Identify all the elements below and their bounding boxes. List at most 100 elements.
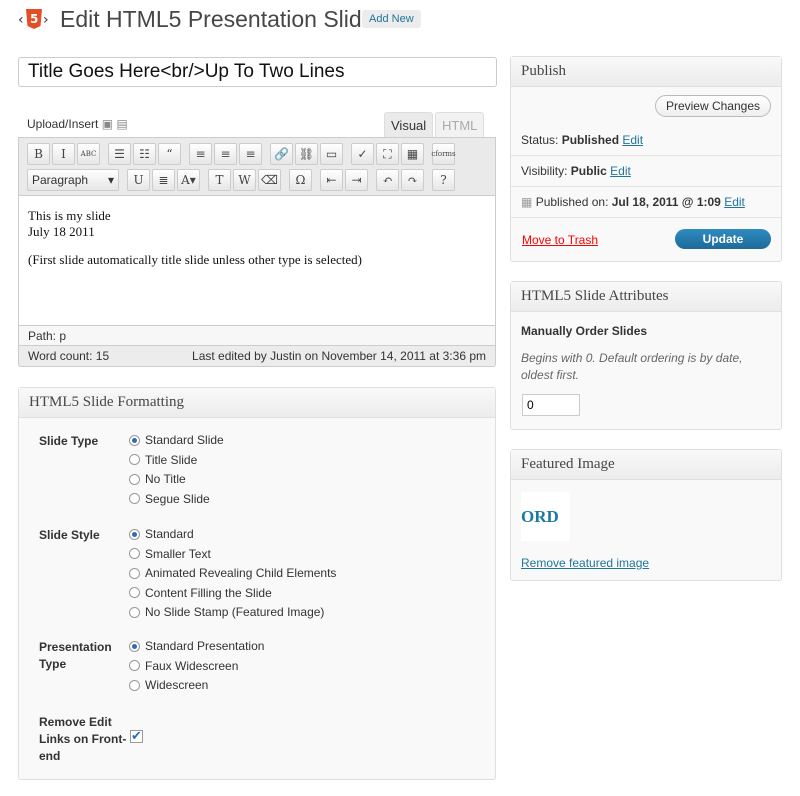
order-help: Begins with 0. Default ordering is by da… (521, 351, 743, 382)
align-right-button[interactable]: ≡ (239, 143, 262, 165)
undo-icon: ↶ (382, 173, 393, 187)
editor-toolbar: B I ABC ☰ ☷ “ ≡ ≡ ≡ 🔗 ⛓ ▭ ✓ ⛶ ▦ cforms Paragraph ▾ U ≣ A▾ T… (18, 137, 496, 195)
content-line: (First slide automatically title slide u… (28, 252, 362, 267)
move-to-trash-link[interactable]: Move to Trash (522, 233, 598, 247)
update-button[interactable]: Update (675, 229, 771, 249)
radio-option[interactable]: Standard (129, 527, 194, 541)
tab-html[interactable]: HTML (435, 112, 485, 137)
status-value: Published (561, 133, 620, 147)
radio-label: No Slide Stamp (Featured Image) (145, 605, 325, 619)
remove-featured-image-link[interactable]: Remove featured image (521, 556, 649, 570)
indent-button[interactable]: ⇥ (345, 169, 368, 191)
radio-button[interactable] (129, 640, 140, 652)
editor-status-bar: Word count: 15 Last edited by Justin on N… (18, 346, 496, 367)
format-select-value: Paragraph (32, 173, 89, 187)
radio-button[interactable] (129, 567, 140, 579)
undo-button[interactable]: ↶ (376, 169, 399, 191)
paste-text-button[interactable]: T (208, 169, 231, 191)
radio-option[interactable]: Standard Presentation (129, 639, 264, 653)
justify-button[interactable]: ≣ (152, 169, 175, 191)
format-select[interactable]: Paragraph ▾ (27, 169, 119, 191)
featured-image-thumbnail[interactable]: ORD (521, 492, 570, 541)
radio-option[interactable]: No Slide Stamp (Featured Image) (129, 605, 324, 619)
align-right-icon: ≡ (245, 147, 256, 161)
calendar-icon: ▦ (521, 195, 533, 209)
kitchen-sink-button[interactable]: ▦ (401, 143, 424, 165)
bullet-list-icon: ☰ (114, 147, 125, 161)
featured-image-box: Featured Image ORD Remove featured image (510, 449, 782, 581)
radio-option[interactable]: Smaller Text (129, 547, 211, 561)
radio-button[interactable] (129, 587, 140, 598)
underline-icon: U (133, 173, 144, 187)
bold-button[interactable]: B (27, 143, 50, 165)
radio-button[interactable] (129, 548, 140, 559)
radio-option[interactable]: Faux Widescreen (129, 659, 238, 673)
page-title: Edit HTML5 Presentation Slide (60, 6, 375, 32)
add-media-icon[interactable]: ▣ (102, 117, 113, 131)
outdent-button[interactable]: ⇤ (320, 169, 343, 191)
radio-option[interactable]: Standard Slide (129, 433, 224, 447)
strikethrough-button[interactable]: ABC (77, 143, 100, 165)
logo-text: 5 (30, 12, 38, 26)
align-center-button[interactable]: ≡ (214, 143, 237, 165)
special-char-icon: Ω (295, 173, 306, 187)
blockquote-button[interactable]: “ (158, 143, 181, 165)
preview-changes-button[interactable]: Preview Changes (654, 95, 771, 117)
spellcheck-button[interactable]: ✓ (351, 143, 374, 165)
add-new-button[interactable]: Add New (362, 10, 421, 28)
radio-button[interactable] (129, 473, 140, 485)
eraser-button[interactable]: ⌫ (258, 169, 281, 191)
text-color-button[interactable]: A▾ (177, 169, 200, 191)
radio-option[interactable]: Content Filling the Slide (129, 586, 272, 600)
help-icon: ? (440, 173, 447, 187)
underline-button[interactable]: U (127, 169, 150, 191)
group-label: Presentation Type (39, 640, 112, 671)
radio-button[interactable] (129, 454, 140, 465)
published-row: ▦ Published on: Jul 18, 2011 @ 1:09 Edit (521, 195, 745, 209)
edit-visibility-link[interactable]: Edit (610, 164, 631, 178)
radio-button[interactable] (129, 493, 140, 504)
link-button[interactable]: 🔗 (270, 143, 293, 165)
post-title-input[interactable] (18, 57, 497, 87)
upload-insert-label: Upload/Insert (27, 117, 99, 131)
radio-button[interactable] (129, 528, 140, 540)
special-char-button[interactable]: Ω (289, 169, 312, 191)
align-left-button[interactable]: ≡ (189, 143, 212, 165)
paste-word-button[interactable]: W (233, 169, 256, 191)
radio-option[interactable]: Segue Slide (129, 492, 210, 506)
radio-option[interactable]: Widescreen (129, 678, 208, 692)
redo-button[interactable]: ↷ (401, 169, 424, 191)
kitchen-sink-icon: ▦ (406, 147, 419, 161)
radio-option[interactable]: Animated Revealing Child Elements (129, 566, 336, 580)
order-input[interactable] (522, 394, 580, 416)
upload-insert[interactable]: Upload/Insert ▣ ▤ (27, 117, 128, 131)
box-title: Publish (511, 57, 781, 87)
unlink-icon: ⛓ (298, 147, 315, 161)
radio-button[interactable] (129, 660, 140, 671)
radio-option[interactable]: No Title (129, 472, 186, 486)
edit-date-link[interactable]: Edit (724, 195, 745, 209)
cforms-button[interactable]: cforms (431, 143, 456, 165)
add-form-icon[interactable]: ▤ (116, 117, 127, 131)
blockquote-icon: “ (166, 147, 173, 161)
fullscreen-button[interactable]: ⛶ (376, 143, 399, 165)
bullet-list-button[interactable]: ☰ (108, 143, 131, 165)
slide-attributes-box: HTML5 Slide Attributes Manually Order Sl… (510, 281, 782, 430)
more-tag-icon: ▭ (325, 147, 338, 161)
edit-status-link[interactable]: Edit (622, 133, 643, 147)
help-button[interactable]: ? (432, 169, 455, 191)
box-title: HTML5 Slide Formatting (19, 388, 495, 418)
status-row: Status: Published Edit (521, 133, 644, 147)
more-tag-button[interactable]: ▭ (320, 143, 343, 165)
unlink-button[interactable]: ⛓ (295, 143, 318, 165)
italic-button[interactable]: I (52, 143, 75, 165)
radio-option[interactable]: Title Slide (129, 453, 197, 467)
tab-visual[interactable]: Visual (384, 112, 434, 137)
content-line: This is my slide (28, 208, 111, 223)
radio-button[interactable] (129, 679, 140, 691)
radio-button[interactable] (129, 606, 140, 618)
radio-button[interactable] (129, 434, 140, 446)
editor-content[interactable]: This is my slide July 18 2011 (First sli… (18, 195, 496, 326)
numbered-list-button[interactable]: ☷ (133, 143, 156, 165)
remove-edit-checkbox[interactable]: ✔ (130, 729, 143, 743)
